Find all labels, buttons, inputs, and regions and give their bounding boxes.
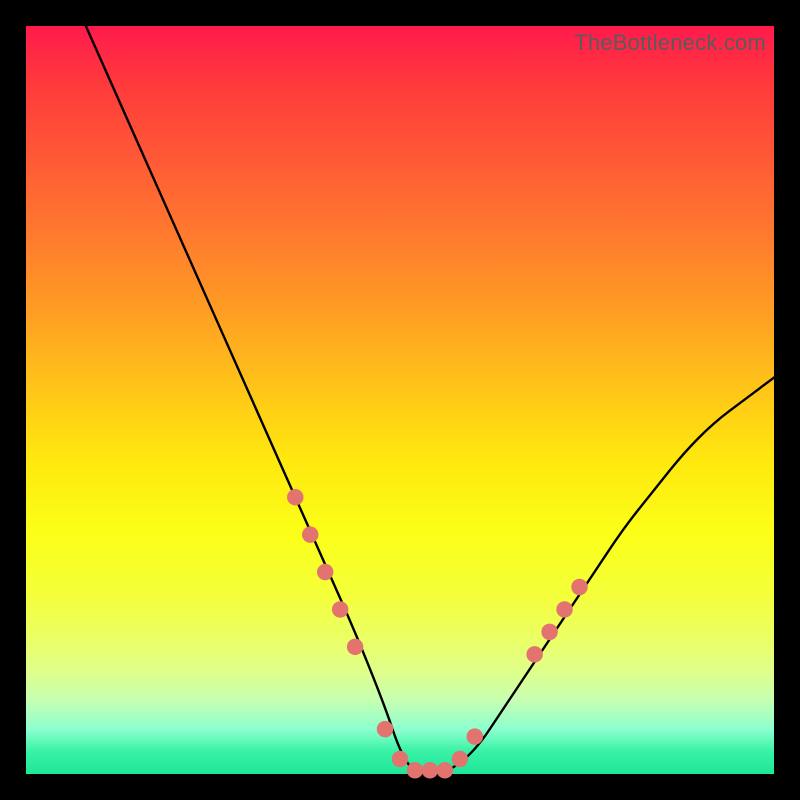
data-marker: [407, 762, 423, 778]
curve-line: [86, 26, 774, 774]
data-marker: [556, 601, 572, 617]
data-marker: [332, 601, 348, 617]
data-marker: [317, 564, 333, 580]
data-marker: [526, 646, 542, 662]
data-marker: [437, 762, 453, 778]
data-marker: [422, 762, 438, 778]
data-marker: [392, 751, 408, 767]
data-marker: [377, 721, 393, 737]
data-marker: [541, 624, 557, 640]
data-marker: [571, 579, 587, 595]
chart-frame: TheBottleneck.com: [0, 0, 800, 800]
data-marker: [467, 728, 483, 744]
data-marker: [452, 751, 468, 767]
chart-plot-area: TheBottleneck.com: [26, 26, 774, 774]
data-marker: [302, 526, 318, 542]
data-marker: [347, 639, 363, 655]
data-marker: [287, 489, 303, 505]
chart-svg: [26, 26, 774, 774]
marker-layer: [287, 489, 588, 778]
